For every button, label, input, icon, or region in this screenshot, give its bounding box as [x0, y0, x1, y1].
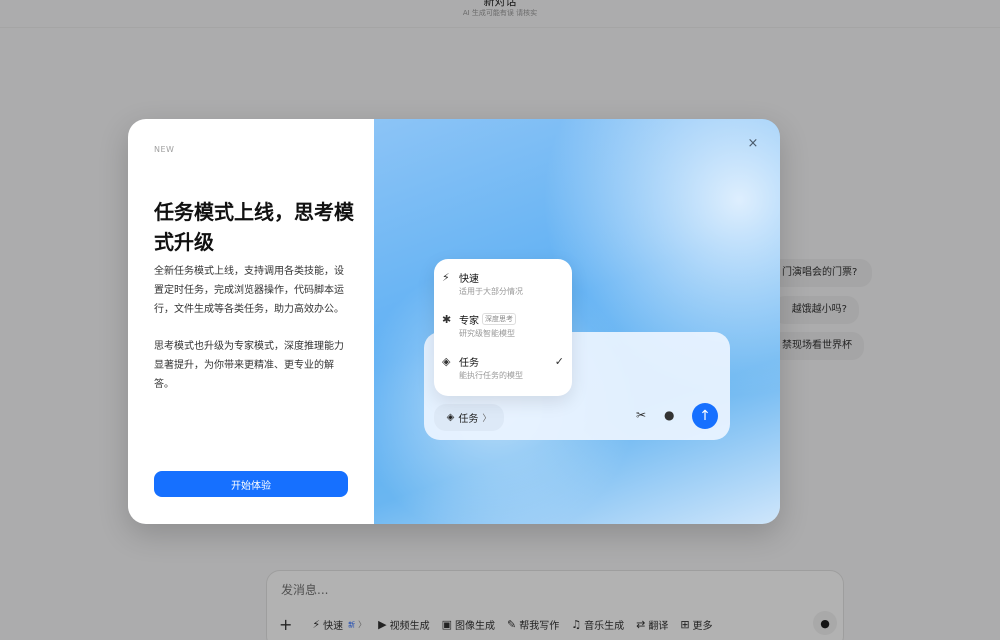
check-icon: ✓: [554, 355, 564, 368]
feature-announcement-dialog: NEW 任务模式上线，思考模式升级 全新任务模式上线，支持调用各类技能，设置定时…: [128, 119, 780, 524]
new-tag: NEW: [154, 145, 175, 154]
dialog-content: NEW 任务模式上线，思考模式升级 全新任务模式上线，支持调用各类技能，设置定时…: [128, 119, 374, 524]
task-icon: ◈: [446, 412, 455, 423]
mode-description: 能执行任务的模型: [459, 371, 523, 380]
dialog-description: 思考模式也升级为专家模式，深度推理能力显著提升，为你带来更精准、更专业的解答。: [154, 341, 344, 390]
task-icon: ◈: [442, 355, 451, 368]
scissors-icon: ✂: [636, 408, 647, 422]
mockup-mode-label: 任务: [458, 414, 479, 425]
expert-icon: ✱: [442, 313, 452, 326]
microphone-icon: ●: [664, 408, 675, 422]
send-arrow-icon: ↑: [692, 403, 718, 429]
mockup-mode-menu: ⚡ 快速 适用于大部分情况 ✱ 专家 深度思考 研究级智能模型 ◈ 任务 能执行…: [434, 259, 572, 396]
mode-description: 研究级智能模型: [459, 329, 515, 338]
mode-name: 快速: [459, 274, 479, 285]
mockup-mode-button: ◈ 任务 〉: [434, 404, 504, 431]
mode-name: 任务: [459, 358, 479, 369]
dialog-description: 全新任务模式上线，支持调用各类技能，设置定时任务，完成浏览器操作，代码脚本运行，…: [154, 266, 344, 315]
close-icon[interactable]: ×: [746, 137, 760, 151]
mode-description: 适用于大部分情况: [459, 287, 523, 296]
mode-item-task: ◈ 任务 能执行任务的模型 ✓: [434, 353, 572, 393]
bolt-icon: ⚡: [442, 271, 450, 284]
mode-item-expert: ✱ 专家 深度思考 研究级智能模型: [434, 311, 572, 351]
start-experience-button[interactable]: 开始体验: [154, 471, 348, 497]
dialog-illustration: × ◈ 任务 〉 ✂ ● ↑ ⚡ 快速 适用于大部分情况 ✱ 专家 深度思考 研…: [374, 119, 780, 524]
deep-think-badge: 深度思考: [482, 313, 516, 325]
mode-item-fast: ⚡ 快速 适用于大部分情况: [434, 269, 572, 309]
dialog-title: 任务模式上线，思考模式升级: [154, 200, 354, 254]
mode-name: 专家: [459, 316, 479, 327]
chevron-right-icon: 〉: [482, 414, 492, 424]
